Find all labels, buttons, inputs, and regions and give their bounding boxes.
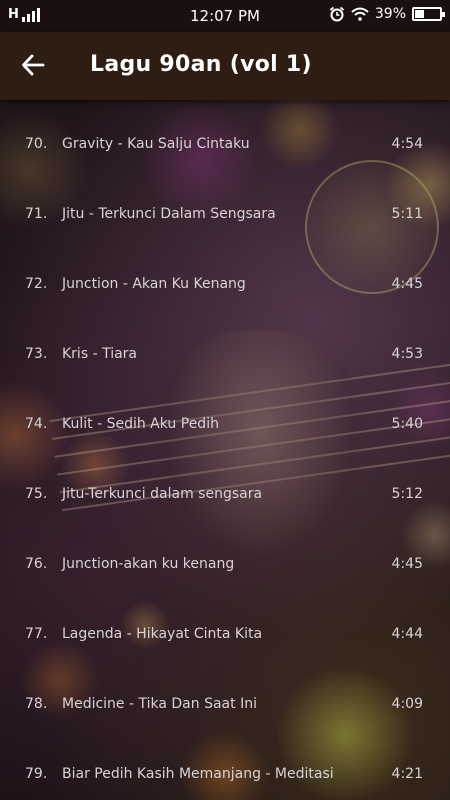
track-number: 72. bbox=[25, 276, 48, 292]
battery-level-fill bbox=[415, 10, 425, 18]
track-number: 70. bbox=[25, 136, 48, 152]
arrow-left-icon bbox=[22, 54, 45, 76]
track-number: 78. bbox=[25, 696, 48, 712]
track-number: 79. bbox=[25, 766, 48, 782]
song-duration: 4:44 bbox=[391, 626, 423, 642]
song-title: Biar Pedih Kasih Memanjang - Meditasi bbox=[62, 766, 334, 782]
song-row[interactable]: 78. Medicine - Tika Dan Saat Ini 4:09 bbox=[0, 660, 450, 730]
track-number: 76. bbox=[25, 556, 48, 572]
song-title: Kris - Tiara bbox=[62, 346, 137, 362]
song-duration: 4:45 bbox=[391, 276, 423, 292]
song-duration: 5:40 bbox=[391, 416, 423, 432]
song-duration: 4:21 bbox=[391, 766, 423, 782]
song-duration: 4:45 bbox=[391, 556, 423, 572]
song-title: Gravity - Kau Salju Cintaku bbox=[62, 136, 250, 152]
back-button[interactable] bbox=[20, 52, 50, 80]
song-title: Jitu - Terkunci Dalam Sengsara bbox=[62, 206, 276, 222]
song-title: Medicine - Tika Dan Saat Ini bbox=[62, 696, 257, 712]
battery-percent: 39% bbox=[374, 6, 406, 22]
song-row[interactable]: 75. Jitu-Terkunci dalam sengsara 5:12 bbox=[0, 450, 450, 520]
song-row[interactable]: 70. Gravity - Kau Salju Cintaku 4:54 bbox=[0, 100, 450, 170]
song-row[interactable]: 71. Jitu - Terkunci Dalam Sengsara 5:11 bbox=[0, 170, 450, 240]
song-title: Junction - Akan Ku Kenang bbox=[62, 276, 246, 292]
track-number: 73. bbox=[25, 346, 48, 362]
track-number: 75. bbox=[25, 486, 48, 502]
page-title: Lagu 90an (vol 1) bbox=[90, 52, 312, 77]
status-icons: 39% bbox=[329, 6, 445, 22]
track-number: 77. bbox=[25, 626, 48, 642]
wifi-icon bbox=[351, 7, 369, 21]
song-duration: 5:11 bbox=[391, 206, 423, 222]
battery-icon bbox=[412, 7, 445, 21]
alarm-icon bbox=[329, 6, 344, 22]
track-number: 74. bbox=[25, 416, 48, 432]
song-duration: 4:53 bbox=[391, 346, 423, 362]
song-duration: 4:09 bbox=[391, 696, 423, 712]
song-row[interactable]: 77. Lagenda - Hikayat Cinta Kita 4:44 bbox=[0, 590, 450, 660]
song-title: Junction-akan ku kenang bbox=[62, 556, 235, 572]
song-row[interactable]: 76. Junction-akan ku kenang 4:45 bbox=[0, 520, 450, 590]
song-row[interactable]: 79. Biar Pedih Kasih Memanjang - Meditas… bbox=[0, 730, 450, 800]
song-row[interactable]: 72. Junction - Akan Ku Kenang 4:45 bbox=[0, 240, 450, 310]
status-bar: H 12:07 PM 39% bbox=[0, 0, 450, 32]
app-bar: Lagu 90an (vol 1) bbox=[0, 32, 450, 100]
song-title: Lagenda - Hikayat Cinta Kita bbox=[62, 626, 263, 642]
song-row[interactable]: 73. Kris - Tiara 4:53 bbox=[0, 310, 450, 380]
song-list[interactable]: 70. Gravity - Kau Salju Cintaku 4:54 71.… bbox=[0, 100, 450, 800]
song-row[interactable]: 74. Kulit - Sedih Aku Pedih 5:40 bbox=[0, 380, 450, 450]
track-number: 71. bbox=[25, 206, 48, 222]
song-duration: 5:12 bbox=[391, 486, 423, 502]
song-title: Kulit - Sedih Aku Pedih bbox=[62, 416, 219, 432]
song-duration: 4:54 bbox=[391, 136, 423, 152]
song-title: Jitu-Terkunci dalam sengsara bbox=[62, 486, 263, 502]
